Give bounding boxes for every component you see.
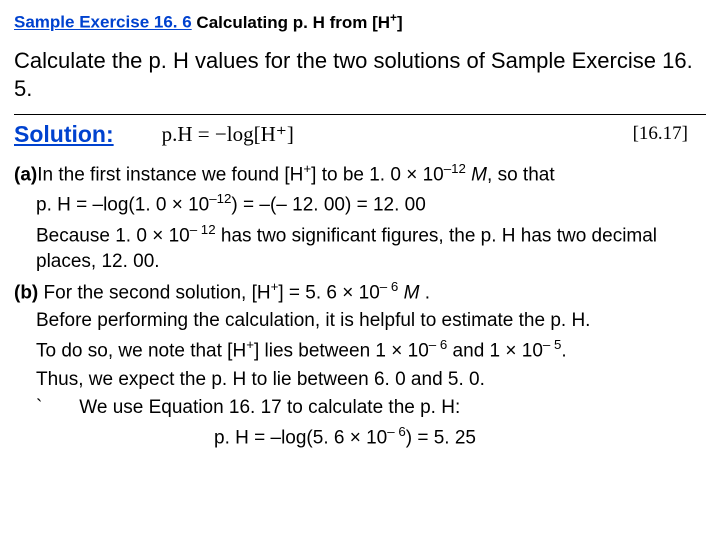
- title-black: Calculating p. H from [H+]: [192, 13, 403, 32]
- part-a-line1: (a)In the first instance we found [H+] t…: [14, 160, 706, 189]
- part-b-line2: Before performing the calculation, it is…: [14, 308, 706, 334]
- part-b-line6: p. H = –log(5. 6 × 10– 6) = 5. 25: [14, 423, 706, 452]
- equation-reference: [16.17]: [633, 123, 688, 145]
- divider: [14, 114, 706, 115]
- solution-body: (a)In the first instance we found [H+] t…: [14, 160, 706, 452]
- part-b-line3: To do so, we note that [H+] lies between…: [14, 336, 706, 365]
- part-b-line5: ` We use Equation 16. 17 to calculate th…: [14, 395, 706, 421]
- part-b-line1: (b) For the second solution, [H+] = 5. 6…: [14, 278, 706, 307]
- solution-label: Solution:: [14, 121, 114, 148]
- part-a-line3: Because 1. 0 × 10– 12 has two significan…: [14, 221, 706, 276]
- part-b-line4: Thus, we expect the p. H to lie between …: [14, 367, 706, 393]
- title-blue: Sample Exercise 16. 6: [14, 13, 192, 32]
- solution-header-row: Solution: p.H = −log[H⁺] [16.17]: [14, 121, 706, 148]
- exercise-title: Sample Exercise 16. 6 Calculating p. H f…: [14, 10, 706, 33]
- problem-statement: Calculate the p. H values for the two so…: [14, 47, 706, 104]
- ph-equation: p.H = −log[H⁺]: [162, 122, 294, 147]
- part-a-line2: p. H = –log(1. 0 × 10–12) = –(– 12. 00) …: [14, 190, 706, 219]
